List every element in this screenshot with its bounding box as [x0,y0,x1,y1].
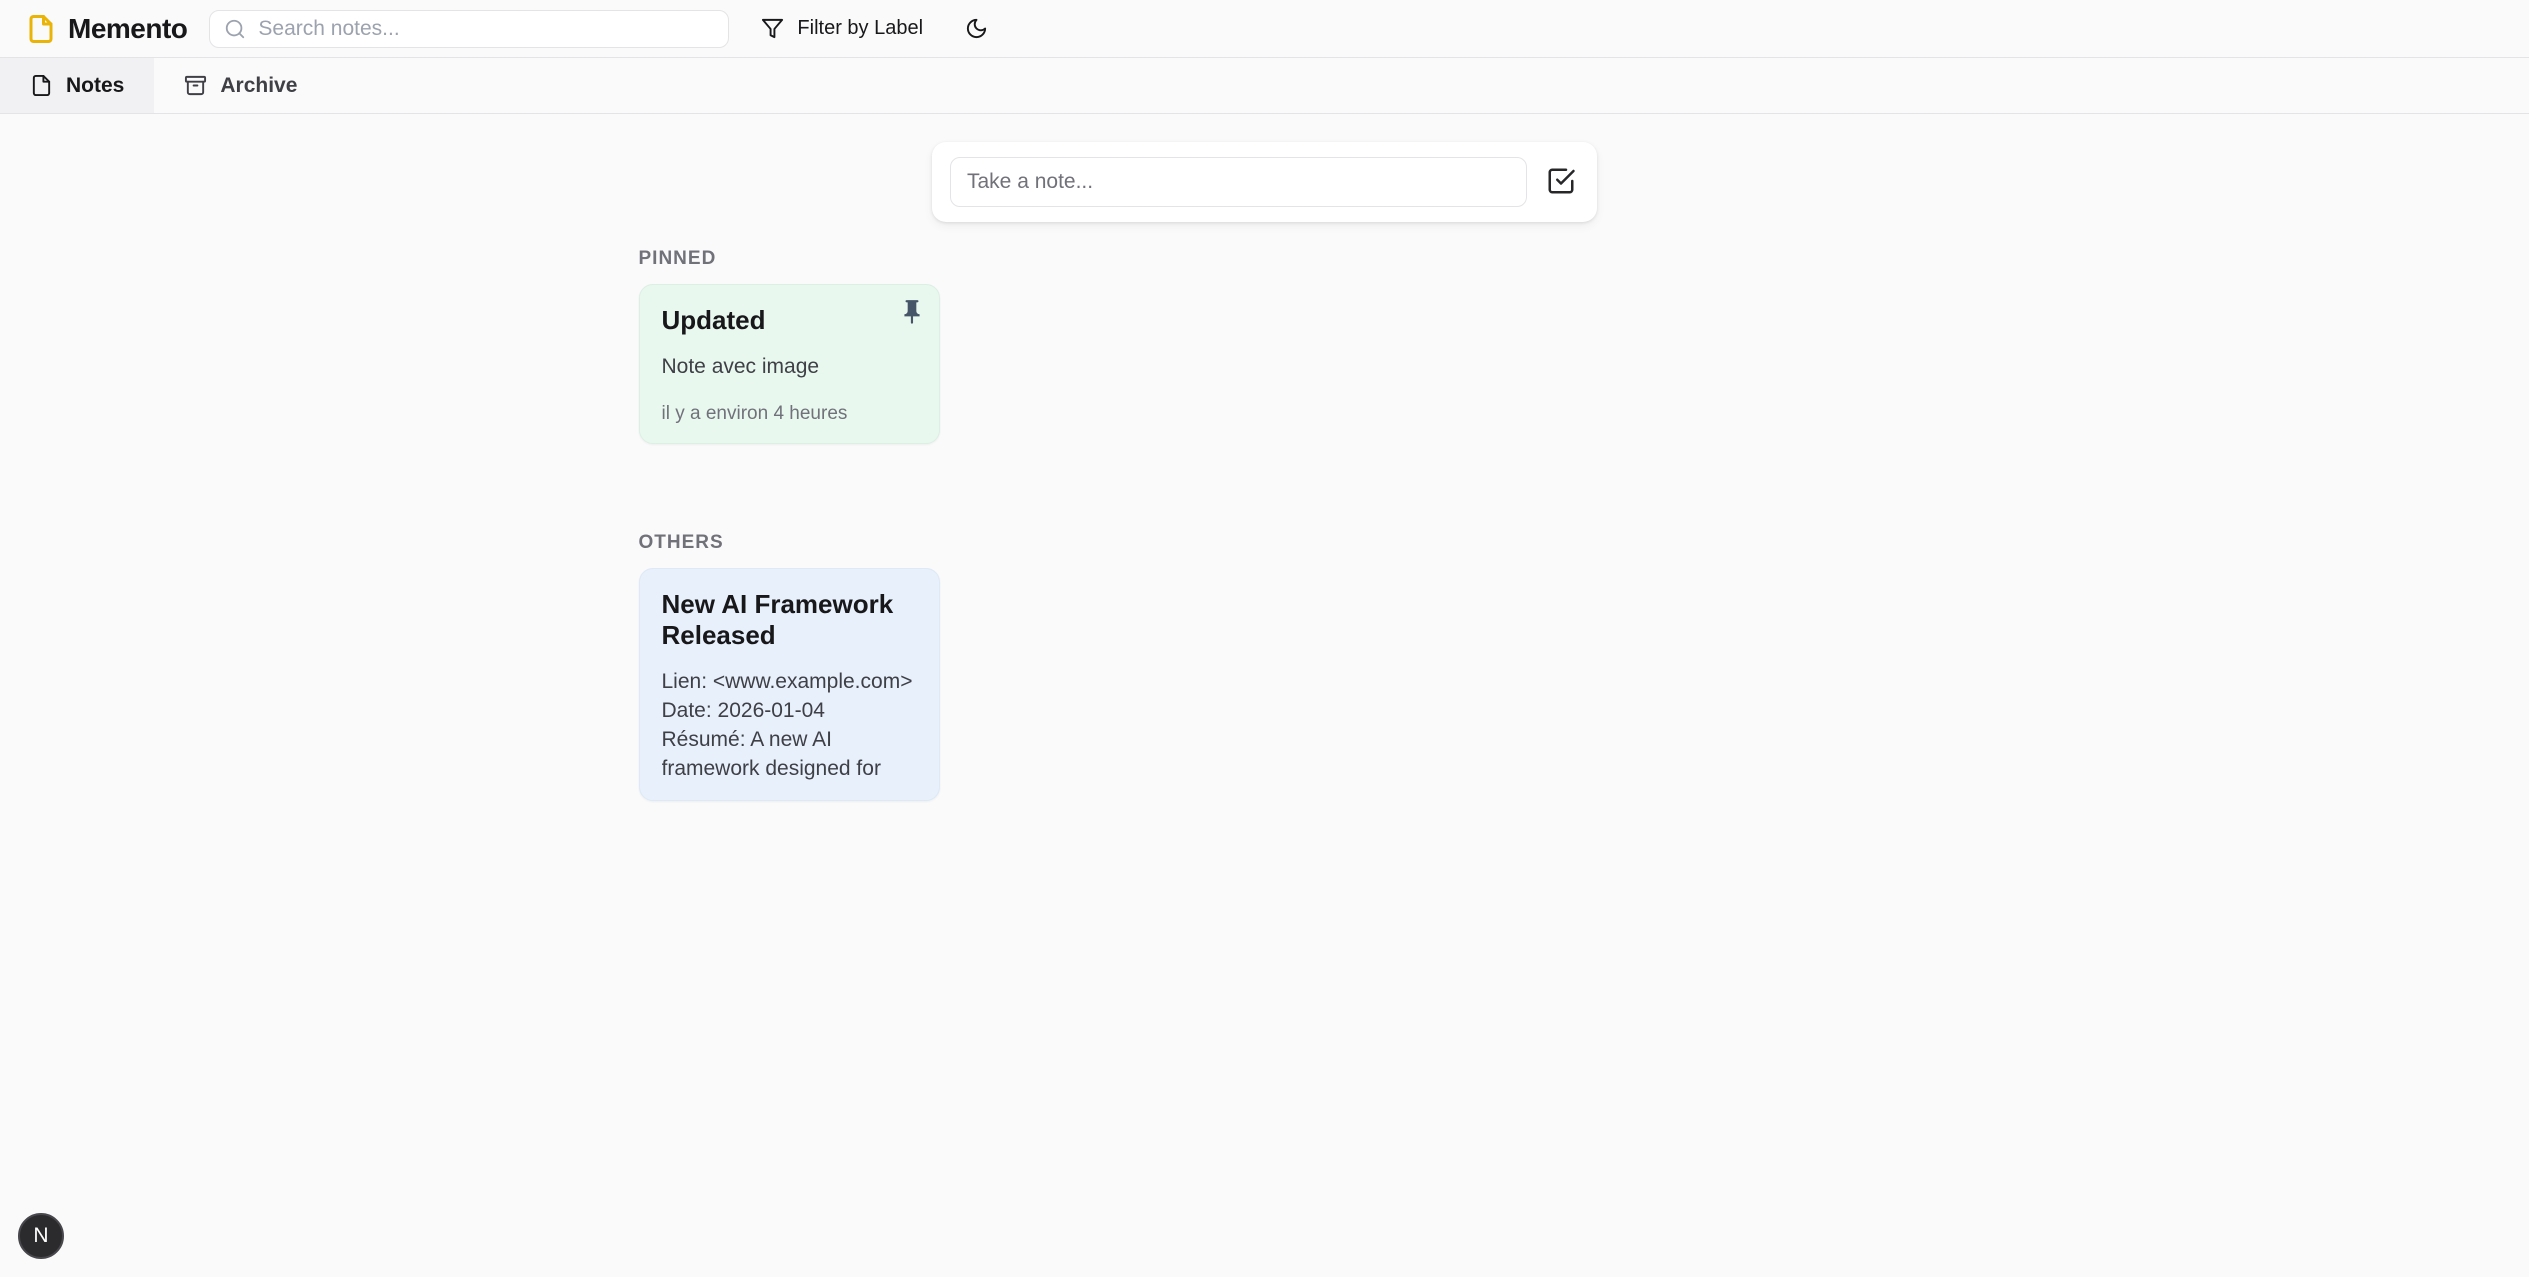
note-composer [932,142,1597,222]
take-a-note-input[interactable] [950,157,1527,207]
checklist-button[interactable] [1543,164,1579,200]
note-body: Lien: <www.example.com>Date: 2026-01-04R… [662,667,917,782]
avatar-initial: N [33,1224,48,1248]
funnel-icon [761,17,784,40]
search-bar [209,10,729,48]
search-input[interactable] [256,16,714,42]
avatar-button[interactable]: N [18,1213,64,1259]
note-card[interactable]: Updated Note avec image il y a environ 4 h… [639,284,940,444]
filter-by-label-text: Filter by Label [797,17,923,40]
pinned-section-label: PINNED [639,248,1891,270]
others-section-label: OTHERS [639,532,1891,554]
others-notes-grid: New AI Framework Released Lien: <www.exam… [639,568,1891,801]
tab-notes-label: Notes [66,74,124,98]
note-title: New AI Framework Released [662,589,917,651]
tab-notes[interactable]: Notes [0,58,154,113]
note-card[interactable]: New AI Framework Released Lien: <www.exam… [639,568,940,801]
filter-by-label-button[interactable]: Filter by Label [755,16,929,41]
tab-archive[interactable]: Archive [154,58,327,113]
pin-icon[interactable] [899,298,925,324]
moon-icon [965,17,988,40]
app-title: Memento [68,13,187,45]
notes-file-icon [30,74,53,97]
main-content: PINNED Updated Note avec image il y a envi… [0,142,2529,801]
note-title: Updated [662,305,917,336]
tab-archive-label: Archive [220,74,297,98]
pinned-notes-grid: Updated Note avec image il y a environ 4 h… [639,284,1891,444]
notes-board: PINNED Updated Note avec image il y a envi… [639,248,1891,801]
app-logo: Memento [26,13,187,45]
note-timestamp: il y a environ 4 heures [662,387,917,425]
document-logo-icon [26,14,56,44]
search-icon [224,18,246,40]
theme-toggle-button[interactable] [959,16,994,41]
app-header: Memento Filter by Label [0,0,2529,58]
archive-icon [184,74,207,97]
view-tabs: Notes Archive [0,58,2529,114]
note-body: Note avec image [662,352,917,381]
check-square-icon [1546,166,1576,196]
